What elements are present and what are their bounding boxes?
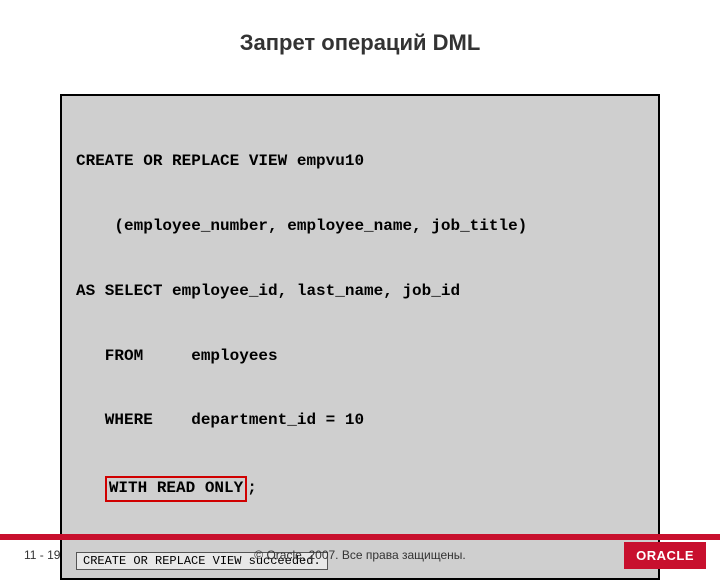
code-line-4: FROM employees xyxy=(76,346,644,368)
code-example-box: CREATE OR REPLACE VIEW empvu10 (employee… xyxy=(60,94,660,580)
code-line-6-rest: ; xyxy=(247,479,257,497)
footer-row: 11 - 19 © Oracle, 2007. Все права защище… xyxy=(0,540,720,570)
code-line-1: CREATE OR REPLACE VIEW empvu10 xyxy=(76,151,644,173)
oracle-logo: ORACLE xyxy=(624,542,706,569)
code-indent xyxy=(76,479,105,497)
copyright-text: © Oracle, 2007. Все права защищены. xyxy=(0,548,720,562)
code-line-6: WITH READ ONLY; xyxy=(76,475,644,503)
code-line-3: AS SELECT employee_id, last_name, job_id xyxy=(76,281,644,303)
sql-code: CREATE OR REPLACE VIEW empvu10 (employee… xyxy=(76,108,644,546)
slide-footer: 11 - 19 © Oracle, 2007. Все права защище… xyxy=(0,534,720,570)
code-line-2: (employee_number, employee_name, job_tit… xyxy=(76,216,644,238)
highlighted-clause: WITH READ ONLY xyxy=(105,476,247,502)
slide-title: Запрет операций DML xyxy=(0,30,720,56)
code-line-5: WHERE department_id = 10 xyxy=(76,410,644,432)
